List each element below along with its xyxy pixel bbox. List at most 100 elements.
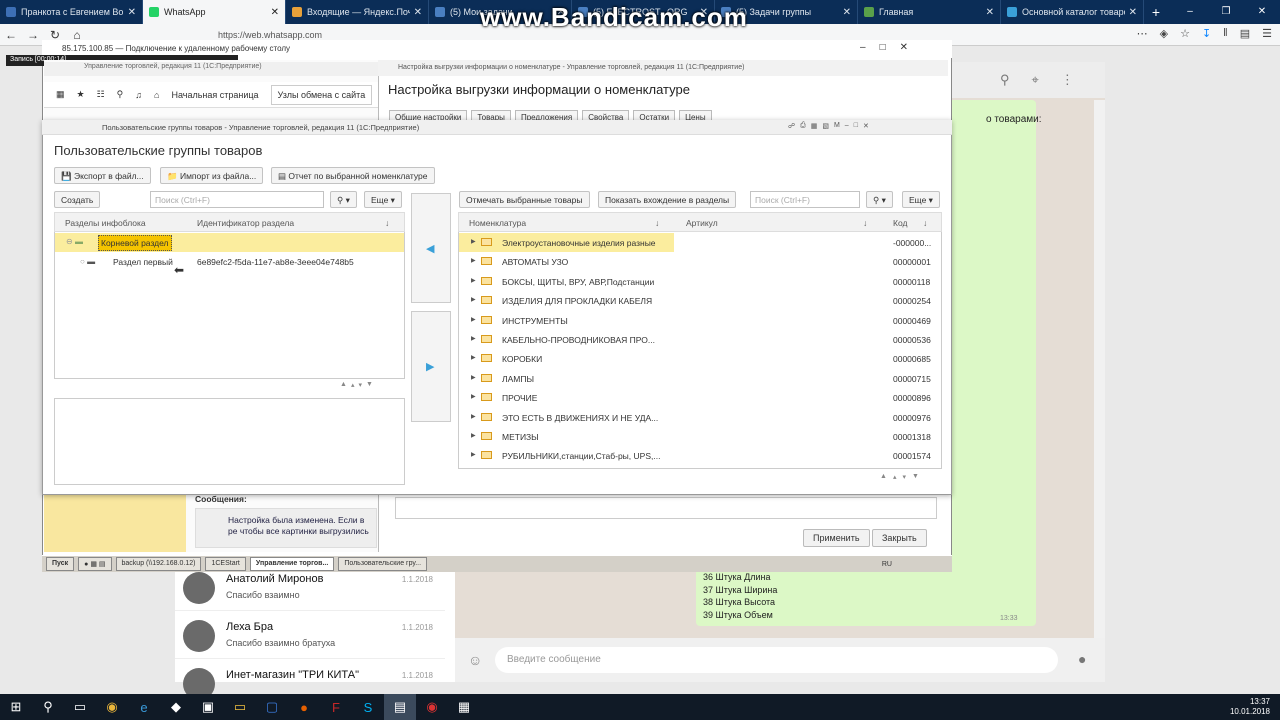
- memory-icon[interactable]: M: [834, 122, 840, 130]
- right-search-button[interactable]: ⚲ ▾: [866, 191, 893, 208]
- task-1c-main[interactable]: Управление торгов...: [249, 557, 335, 571]
- item-row[interactable]: ▶ ЭТО ЕСТЬ В ДВИЖЕНИЯХ И НЕ УДА... 0000097…: [459, 408, 941, 427]
- close-icon[interactable]: ✕: [1244, 0, 1280, 24]
- windows-start-icon[interactable]: ⊞: [0, 694, 32, 720]
- search-icon[interactable]: ⚲: [32, 694, 64, 720]
- calc-icon[interactable]: ▦: [811, 122, 818, 130]
- app2-icon[interactable]: ▣: [192, 694, 224, 720]
- item-row[interactable]: ▶ ИНСТРУМЕНТЫ 00000469: [459, 311, 941, 330]
- expand-icon[interactable]: ▶: [471, 335, 476, 342]
- item-row[interactable]: ▶ ИЗДЕЛИЯ ДЛЯ ПРОКЛАДКИ КАБЕЛЯ 00000254: [459, 291, 941, 310]
- close-icon[interactable]: ✕: [863, 122, 869, 130]
- left-search-input[interactable]: Поиск (Ctrl+F): [150, 191, 324, 208]
- col-section-id[interactable]: Идентификатор раздела: [197, 218, 294, 228]
- browser-tab[interactable]: Пранкота с Евгением Во ✕: [0, 0, 143, 24]
- search-icon[interactable]: ⚲: [1000, 72, 1010, 88]
- close-tab-icon[interactable]: ✕: [414, 7, 422, 18]
- apps-icon[interactable]: ▦: [56, 89, 65, 100]
- item-row[interactable]: ▶ РУБИЛЬНИКИ,станции,Стаб-ры, UPS,... 0000…: [459, 446, 941, 465]
- up-icon[interactable]: ▴: [893, 473, 897, 481]
- section-first-name[interactable]: Раздел первый: [113, 257, 173, 267]
- expand-icon[interactable]: ▶: [471, 257, 476, 264]
- firefox-icon[interactable]: ●: [288, 694, 320, 720]
- quicklaunch[interactable]: ● ▦ ▤: [78, 557, 112, 571]
- home-icon[interactable]: ⌂: [154, 90, 159, 100]
- history-icon[interactable]: ☷: [97, 89, 105, 100]
- emoji-icon[interactable]: ☺: [468, 652, 482, 668]
- star-icon[interactable]: ☆: [1180, 27, 1190, 40]
- close-tab-icon[interactable]: ✕: [843, 7, 851, 18]
- contact-item[interactable]: Леха Бра 1.1.2018 Спасибо взаимно братуха: [175, 613, 445, 659]
- chat-scrollbar[interactable]: [1094, 100, 1105, 640]
- expand-icon[interactable]: ▶: [471, 374, 476, 381]
- calendar-icon[interactable]: ▧: [822, 122, 829, 130]
- item-row[interactable]: ▶ КОРОБКИ 00000685: [459, 349, 941, 368]
- sort-icon[interactable]: ↓: [863, 218, 867, 228]
- up-icon[interactable]: ▴: [351, 381, 355, 389]
- col-code[interactable]: Код: [893, 218, 907, 228]
- task-groups[interactable]: Пользовательские гру...: [338, 557, 428, 571]
- left-more-button[interactable]: Еще ▾: [364, 191, 402, 208]
- item-row[interactable]: ▶ БОКСЫ, ЩИТЫ, ВРУ, АВР,Подстанции 0000011…: [459, 272, 941, 291]
- clock[interactable]: 13:37 10.01.2018: [1230, 697, 1270, 717]
- expand-icon[interactable]: ▶: [471, 451, 476, 458]
- expand-icon[interactable]: ▶: [471, 354, 476, 361]
- expand-icon[interactable]: ▶: [471, 316, 476, 323]
- move-left-button[interactable]: ◀: [411, 193, 451, 303]
- sort-icon[interactable]: ↓: [923, 218, 927, 228]
- browser-tab[interactable]: WhatsApp ✕: [143, 0, 286, 24]
- import-button[interactable]: 📁 Импорт из файла...: [160, 167, 264, 184]
- bandicam-icon[interactable]: ◉: [416, 694, 448, 720]
- browser-tab[interactable]: Входящие — Яндекс.Почта ✕: [286, 0, 429, 24]
- browser-tab[interactable]: Основной каталог товаров ✕: [1001, 0, 1144, 24]
- favorites-icon[interactable]: ★: [77, 89, 85, 100]
- app-icon[interactable]: ◆: [160, 694, 192, 720]
- close-icon[interactable]: ✕: [900, 42, 908, 53]
- chrome-icon[interactable]: ◉: [96, 694, 128, 720]
- menu-dots-icon[interactable]: ⋮: [1061, 72, 1074, 88]
- expand-icon[interactable]: ▶: [471, 296, 476, 303]
- sort-icon[interactable]: ↓: [655, 218, 659, 228]
- first-icon[interactable]: ▲: [880, 473, 887, 481]
- close-tab-icon[interactable]: ✕: [128, 7, 136, 18]
- task-1cestart[interactable]: 1CEStart: [205, 557, 246, 571]
- col-article[interactable]: Артикул: [686, 218, 718, 228]
- last-icon[interactable]: ▼: [366, 381, 373, 389]
- shield-icon[interactable]: ◈: [1160, 27, 1168, 40]
- expand-icon[interactable]: ▶: [471, 238, 476, 245]
- close-tab-icon[interactable]: ✕: [1129, 7, 1137, 18]
- col-sections[interactable]: Разделы инфоблока: [65, 218, 146, 228]
- item-row[interactable]: ▶ КАБЕЛЬНО-ПРОВОДНИКОВАЯ ПРО... 00000536: [459, 330, 941, 349]
- search-icon[interactable]: ⚲: [117, 89, 124, 100]
- menu-icon[interactable]: ☰: [1262, 27, 1272, 40]
- close-tab-icon[interactable]: ✕: [986, 7, 994, 18]
- maximize-icon[interactable]: □: [854, 122, 858, 130]
- lang-indicator[interactable]: RU: [882, 561, 892, 568]
- link-icon[interactable]: ☍: [788, 122, 795, 130]
- forward-icon[interactable]: →: [22, 28, 44, 42]
- first-icon[interactable]: ▲: [340, 381, 347, 389]
- item-row[interactable]: ▶ ЛАМПЫ 00000715: [459, 369, 941, 388]
- attach-icon[interactable]: ⌖: [1032, 72, 1039, 88]
- home-tab[interactable]: Начальная страница: [171, 90, 258, 100]
- explorer-icon[interactable]: ▭: [224, 694, 256, 720]
- exchange-tab[interactable]: Узлы обмена с сайта: [270, 84, 373, 105]
- word-icon[interactable]: ▢: [256, 694, 288, 720]
- section-root-name[interactable]: Корневой раздел: [98, 235, 172, 251]
- library-icon[interactable]: ‖: [1223, 27, 1228, 40]
- move-right-button[interactable]: ▶: [411, 311, 451, 422]
- export-button[interactable]: 💾 Экспорт в файл...: [54, 167, 151, 184]
- start-button[interactable]: Пуск: [46, 557, 75, 571]
- edge-icon[interactable]: e: [128, 694, 160, 720]
- close-button[interactable]: Закрыть: [872, 529, 927, 547]
- create-button[interactable]: Создать: [54, 191, 101, 208]
- app3-icon[interactable]: ▦: [448, 694, 480, 720]
- expand-icon[interactable]: ▶: [471, 393, 476, 400]
- description-box[interactable]: [54, 398, 405, 485]
- url-bar[interactable]: https://web.whatsapp.com: [218, 30, 322, 40]
- last-icon[interactable]: ▼: [912, 473, 919, 481]
- collapse-icon[interactable]: ⊖ ▬: [66, 237, 83, 246]
- microphone-icon[interactable]: ●: [1078, 651, 1086, 667]
- skype-icon[interactable]: S: [352, 694, 384, 720]
- expand-icon[interactable]: ▶: [471, 413, 476, 420]
